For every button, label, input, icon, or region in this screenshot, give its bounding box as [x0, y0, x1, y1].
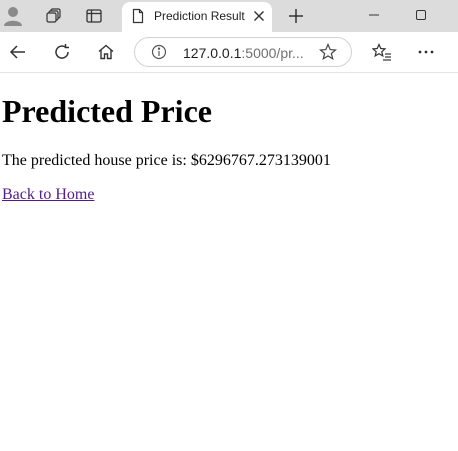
tab-title: Prediction Result — [154, 9, 245, 23]
minimize-icon — [369, 14, 379, 16]
page-content: Predicted Price The predicted house pric… — [0, 73, 458, 451]
refresh-button[interactable] — [48, 38, 76, 66]
star-icon[interactable] — [319, 43, 337, 61]
tab-prediction-result[interactable]: Prediction Result — [122, 2, 272, 32]
more-dots-icon — [418, 50, 434, 54]
close-icon[interactable] — [252, 9, 266, 23]
back-arrow-icon — [9, 45, 25, 59]
favorites-list-icon — [372, 43, 391, 61]
workspaces-icon[interactable] — [40, 0, 68, 32]
home-button[interactable] — [92, 38, 120, 66]
new-tab-button[interactable] — [284, 0, 308, 32]
result-label: The predicted house price is: $ — [2, 152, 199, 169]
address-bar[interactable]: 127.0.0.1:5000/pr... — [134, 37, 352, 67]
vertical-tabs-icon[interactable] — [80, 0, 108, 32]
plus-icon — [289, 9, 303, 23]
minimize-button[interactable] — [351, 0, 397, 30]
tab-strip: Prediction Result — [0, 0, 458, 32]
back-button[interactable] — [4, 38, 32, 66]
home-icon — [98, 44, 114, 60]
settings-more-button[interactable] — [412, 38, 440, 66]
url-path: :5000/pr... — [241, 45, 304, 61]
maximize-button[interactable] — [398, 0, 444, 30]
browser-toolbar: 127.0.0.1:5000/pr... — [0, 32, 458, 73]
page-icon — [132, 8, 144, 24]
refresh-icon — [55, 44, 69, 59]
browser-window: Prediction Result 127.0.0.1:5000/pr... P… — [0, 0, 458, 451]
maximize-icon — [416, 10, 426, 20]
profile-avatar-icon[interactable] — [0, 0, 26, 32]
page-heading: Predicted Price — [2, 93, 212, 129]
info-icon[interactable] — [151, 44, 167, 60]
favorites-button[interactable] — [368, 38, 396, 66]
predicted-price-value: 6296767.273139001 — [198, 152, 331, 169]
url-host: 127.0.0.1 — [183, 45, 242, 61]
back-to-home-link[interactable]: Back to Home — [2, 186, 94, 204]
url-text[interactable]: 127.0.0.1:5000/pr... — [183, 45, 304, 61]
prediction-result: The predicted house price is: $6296767.2… — [2, 152, 331, 170]
